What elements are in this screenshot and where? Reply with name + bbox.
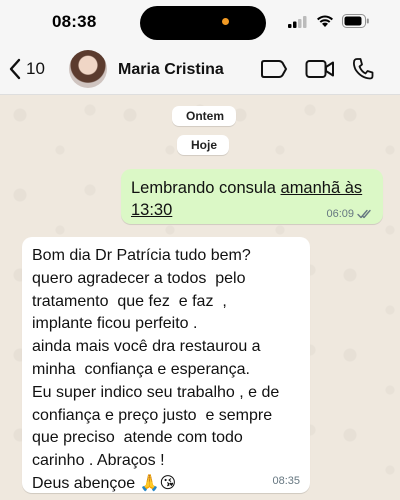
outgoing-message-bubble[interactable]: Lembrando consula amanhã às 13:30 06:09 bbox=[121, 169, 383, 224]
avatar[interactable] bbox=[69, 50, 107, 88]
status-clock: 08:38 bbox=[52, 12, 97, 31]
dynamic-island bbox=[140, 6, 266, 40]
date-chip-yesterday: Ontem bbox=[172, 106, 236, 126]
phone-icon[interactable] bbox=[352, 57, 374, 81]
read-receipt-icon bbox=[357, 209, 371, 219]
date-chip-today: Hoje bbox=[177, 135, 229, 155]
video-camera-icon[interactable] bbox=[305, 59, 335, 79]
privacy-indicator-dot bbox=[222, 18, 229, 25]
signal-icon bbox=[288, 16, 307, 28]
chevron-left-icon bbox=[9, 58, 21, 80]
contact-name[interactable]: Maria Cristina bbox=[118, 61, 224, 79]
battery-icon bbox=[342, 14, 369, 28]
wifi-icon bbox=[317, 15, 333, 27]
unread-count: 10 bbox=[26, 59, 45, 78]
incoming-message-bubble[interactable]: Bom dia Dr Patrícia tudo bem? quero agra… bbox=[22, 237, 310, 493]
status-bar: 08:38 bbox=[0, 0, 400, 44]
incoming-message-time: 08:35 bbox=[272, 475, 300, 487]
incoming-message-text: Bom dia Dr Patrícia tudo bem? quero agra… bbox=[32, 247, 280, 492]
outgoing-message-meta: 06:09 bbox=[326, 208, 373, 220]
label-icon[interactable] bbox=[260, 59, 288, 79]
chat-header: 10 Maria Cristina bbox=[0, 44, 400, 95]
back-button[interactable]: 10 bbox=[8, 54, 58, 84]
outgoing-message-time: 06:09 bbox=[326, 208, 354, 220]
outgoing-message-body: Lembrando consula bbox=[131, 179, 281, 197]
